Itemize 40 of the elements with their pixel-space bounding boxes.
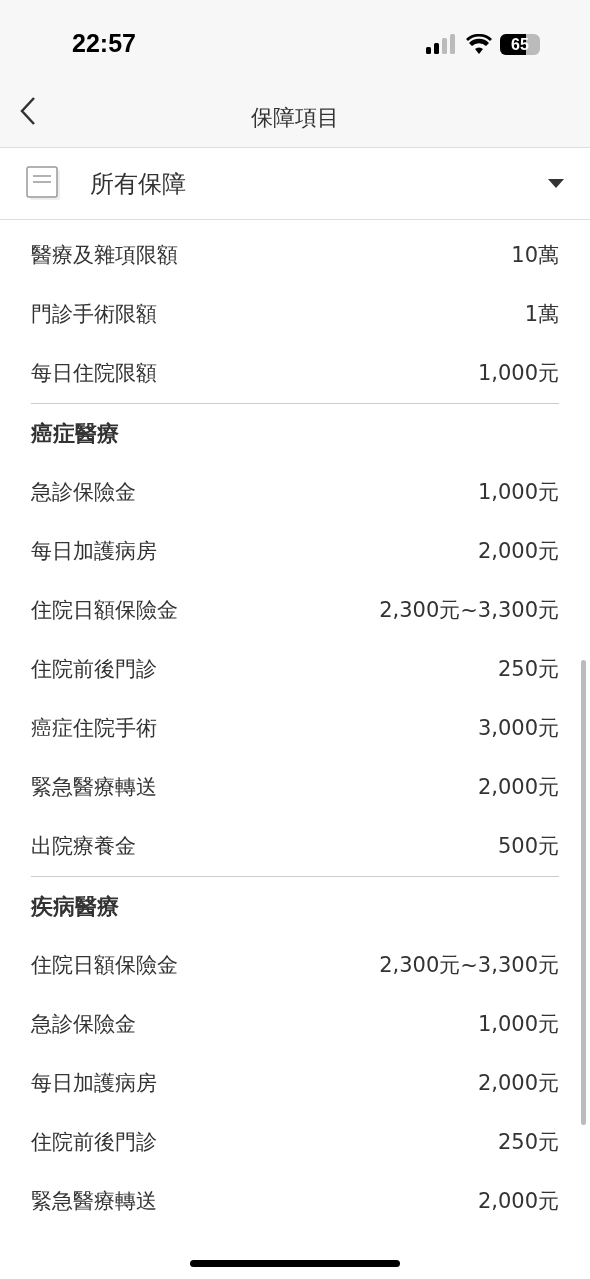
document-icon [26, 165, 62, 202]
signal-icon [426, 34, 456, 54]
coverage-label: 住院日額保險金 [31, 596, 178, 624]
back-icon[interactable] [18, 96, 38, 126]
coverage-label: 急診保險金 [31, 478, 136, 506]
wifi-icon [466, 34, 492, 54]
coverage-amount: 2,300元~3,300元 [379, 596, 559, 624]
coverage-amount: 1,000元 [477, 359, 559, 387]
coverage-label: 每日住院限額 [31, 359, 157, 387]
coverage-amount: 2,000元 [477, 1069, 559, 1097]
coverage-amount: 250元 [497, 655, 559, 683]
coverage-label: 每日加護病房 [31, 1069, 157, 1097]
filter-dropdown[interactable]: 所有保障 [0, 147, 590, 220]
coverage-amount: 2,300元~3,300元 [379, 951, 559, 979]
coverage-amount: 1萬 [524, 300, 559, 328]
coverage-amount: 2,000元 [477, 537, 559, 565]
coverage-amount: 1,000元 [477, 1010, 559, 1038]
coverage-label: 住院前後門診 [31, 1128, 157, 1156]
section-heading: 疾病醫療 [31, 893, 119, 921]
coverage-label: 每日加護病房 [31, 537, 157, 565]
coverage-label: 緊急醫療轉送 [31, 1187, 157, 1215]
coverage-amount: 2,000元 [477, 773, 559, 801]
status-time: 22:57 [72, 28, 136, 60]
coverage-amount: 1,000元 [477, 478, 559, 506]
coverage-label: 急診保險金 [31, 1010, 136, 1038]
section-heading: 癌症醫療 [31, 420, 119, 448]
coverage-label: 癌症住院手術 [31, 714, 157, 742]
page-title: 保障項目 [251, 104, 339, 132]
coverage-label: 出院療養金 [31, 832, 136, 860]
coverage-label: 住院前後門診 [31, 655, 157, 683]
coverage-amount: 250元 [497, 1128, 559, 1156]
coverage-amount: 3,000元 [477, 714, 559, 742]
dropdown-caret-icon [548, 178, 564, 189]
coverage-label: 醫療及雜項限額 [31, 241, 178, 269]
coverage-amount: 2,000元 [477, 1187, 559, 1215]
coverage-amount: 500元 [497, 832, 559, 860]
coverage-amount: 10萬 [511, 241, 559, 269]
coverage-label: 緊急醫療轉送 [31, 773, 157, 801]
coverage-label: 門診手術限額 [31, 300, 157, 328]
coverage-label: 住院日額保險金 [31, 951, 178, 979]
